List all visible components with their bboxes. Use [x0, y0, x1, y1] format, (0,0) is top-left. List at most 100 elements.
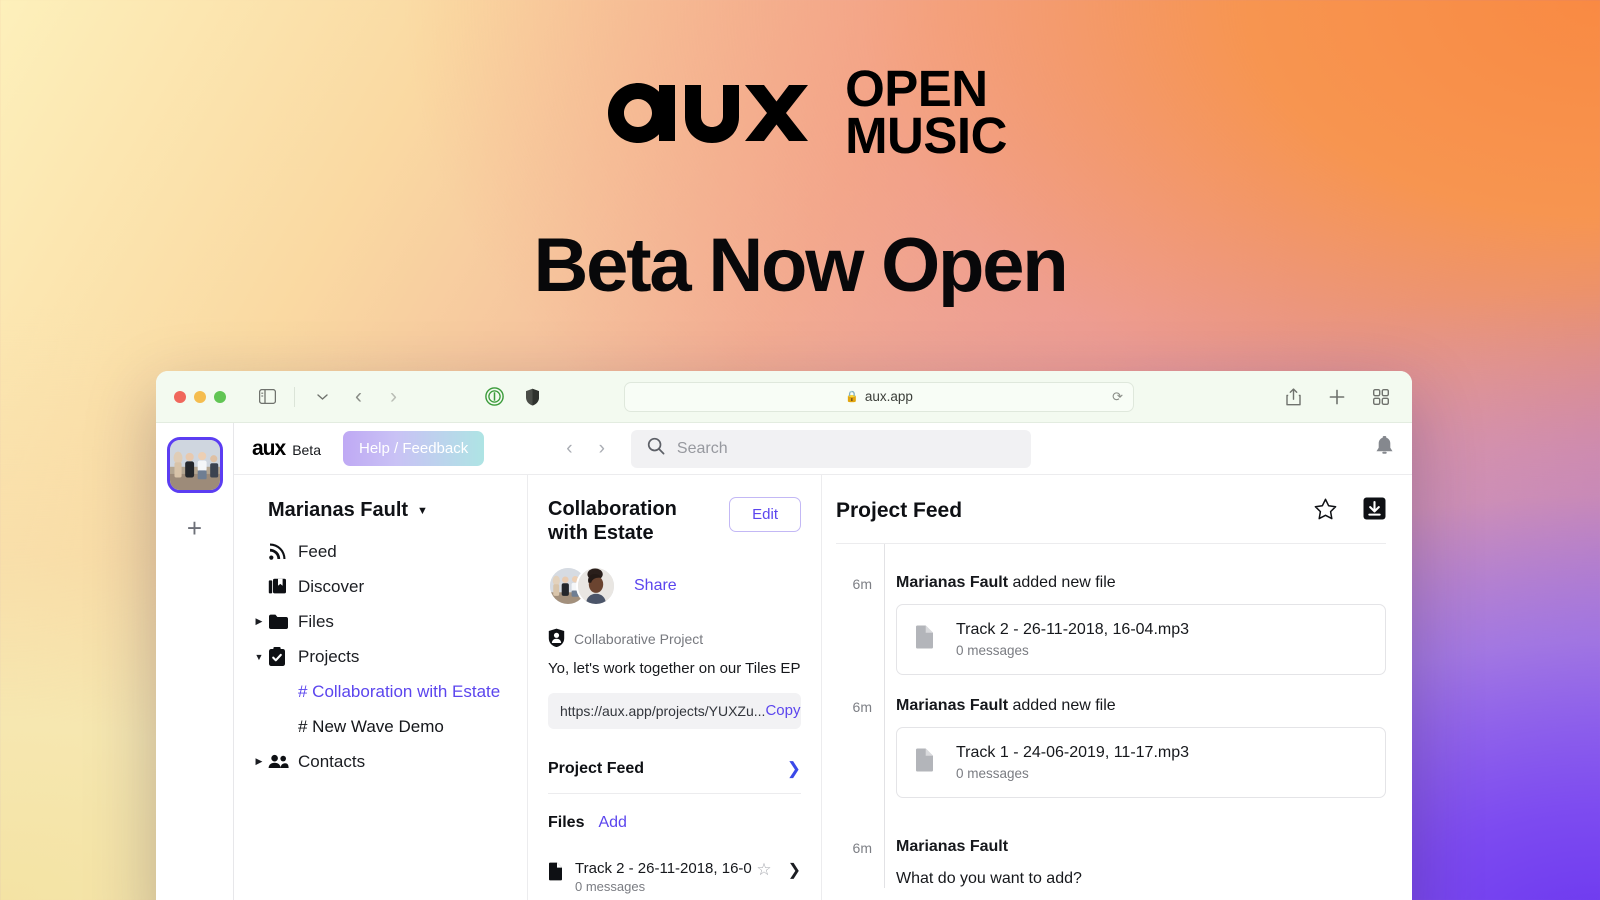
feed-item-body: What do you want to add?	[896, 870, 1082, 887]
add-file-button[interactable]: Add	[598, 814, 626, 832]
feed-item-actor: Marianas Fault	[896, 574, 1009, 591]
feed-item-actor: Marianas Fault	[896, 697, 1009, 714]
navigation-sidebar: Marianas Fault ▼ Feed Discover ▶ Files ▼…	[234, 475, 528, 900]
help-feedback-button[interactable]: Help / Feedback	[343, 431, 485, 466]
project-description: Yo, let's work together on our Tiles EP	[548, 659, 801, 677]
add-workspace-button[interactable]: +	[187, 515, 202, 541]
aux-logo: OPEN MUSIC	[0, 58, 1600, 168]
feed-file-name: Track 2 - 26-11-2018, 16-04.mp3	[956, 621, 1190, 638]
sidebar-item-files[interactable]: ▶ Files	[234, 604, 527, 639]
global-search[interactable]	[630, 429, 1031, 468]
project-detail-pane: Collaboration with Estate Edit Share Col…	[528, 475, 822, 900]
sidebar-item-contacts[interactable]: ▶ Contacts	[234, 744, 527, 779]
archive-box-icon[interactable]	[1363, 497, 1386, 525]
star-outline-icon[interactable]: ☆	[756, 860, 771, 880]
feed-item-time: 6m	[852, 576, 872, 592]
share-project-link[interactable]: Share	[634, 577, 677, 595]
browser-window: ‹ › 🔒 aux.app ⟳ + aux Beta Help / Feedba…	[156, 371, 1412, 900]
project-share-url-row[interactable]: https://aux.app/projects/YUXZu... Copy	[548, 692, 801, 729]
workspace-switcher[interactable]: Marianas Fault ▼	[234, 499, 527, 534]
search-input[interactable]	[676, 439, 1015, 458]
sidebar-item-label: Projects	[298, 646, 360, 666]
window-traffic-lights[interactable]	[174, 390, 226, 403]
hero-tagline: Beta Now Open	[533, 223, 1068, 308]
brand-mark-label: aux	[252, 436, 286, 460]
notifications-bell-icon[interactable]	[1375, 435, 1394, 462]
feed-file-messages: 0 messages	[956, 766, 1029, 781]
reload-icon[interactable]: ⟳	[1112, 389, 1123, 405]
new-tab-plus-icon[interactable]	[1324, 384, 1350, 410]
sidebar-item-projects[interactable]: ▼ Projects	[234, 639, 527, 674]
minimize-window-button[interactable]	[194, 390, 206, 403]
document-icon	[915, 625, 934, 654]
folder-icon	[268, 613, 298, 630]
project-feed-section-link[interactable]: Project Feed ❯	[548, 759, 801, 794]
band-photo-icon	[169, 440, 220, 490]
project-type-badge: Collaborative Project	[548, 628, 801, 650]
feed-item-action: added new file	[1008, 574, 1116, 591]
files-label: Files	[548, 813, 585, 831]
feed-item-headline: Marianas Fault	[896, 838, 1386, 856]
chevron-down-icon[interactable]	[309, 384, 335, 410]
copy-link-button[interactable]: Copy	[765, 702, 800, 719]
feed-item: 6m Marianas Fault added new file Track 2…	[853, 574, 1386, 675]
shield-circle-icon[interactable]	[481, 384, 507, 410]
project-type-label: Collaborative Project	[574, 630, 704, 647]
edit-project-button[interactable]: Edit	[729, 497, 801, 532]
portrait-avatar-icon	[578, 567, 614, 604]
search-icon	[647, 437, 665, 460]
feed-item: 6m Marianas Fault What do you want to ad…	[853, 838, 1386, 888]
feed-item-actor: Marianas Fault	[896, 838, 1009, 855]
sidebar-item-label: Feed	[298, 541, 337, 561]
address-bar[interactable]: 🔒 aux.app ⟳	[624, 381, 1134, 412]
project-header: Collaboration with Estate Edit	[548, 497, 801, 546]
browser-toolbar-right	[1280, 384, 1394, 410]
list-item[interactable]: Track 2 - 26-11-2018, 16-0 0 messages ☆ …	[548, 860, 801, 896]
project-share-url: https://aux.app/projects/YUXZu...	[560, 702, 766, 719]
sidebar-toggle-icon[interactable]	[254, 384, 280, 410]
disclosure-expanded-icon[interactable]: ▼	[250, 652, 268, 662]
feed-file-meta: Track 2 - 26-11-2018, 16-04.mp3 0 messag…	[956, 621, 1189, 658]
toolbar-divider	[294, 386, 295, 407]
project-members-row: Share	[548, 565, 801, 606]
feed-item-action: added new file	[1008, 697, 1116, 714]
sidebar-item-feed[interactable]: Feed	[234, 534, 527, 569]
feed-file-name: Track 1 - 24-06-2019, 11-17.mp3	[956, 744, 1190, 761]
feed-file-card[interactable]: Track 2 - 26-11-2018, 16-04.mp3 0 messag…	[896, 604, 1386, 675]
sidebar-project-new-wave-demo[interactable]: # New Wave Demo	[234, 709, 527, 744]
file-meta: Track 2 - 26-11-2018, 16-0 0 messages	[575, 860, 752, 896]
contacts-icon	[268, 754, 298, 769]
share-icon[interactable]	[1280, 384, 1306, 410]
workspace-avatar[interactable]	[166, 437, 223, 493]
project-feed-actions	[1314, 497, 1386, 525]
tab-grid-icon[interactable]	[1368, 384, 1394, 410]
privacy-shield-icon[interactable]	[519, 384, 545, 410]
document-icon	[548, 862, 563, 886]
chevron-right-icon[interactable]: ❯	[788, 860, 801, 880]
star-outline-icon[interactable]	[1314, 498, 1337, 525]
project-files-header: Files Add	[548, 814, 801, 832]
disclosure-collapsed-icon[interactable]: ▶	[250, 616, 268, 627]
file-name: Track 2 - 26-11-2018, 16-0	[575, 859, 752, 877]
sidebar-project-collaboration-with-estate[interactable]: # Collaboration with Estate	[234, 674, 527, 709]
books-icon	[268, 577, 298, 596]
logo-word-open: OPEN	[845, 60, 988, 118]
file-message-count: 0 messages	[575, 878, 646, 894]
chevron-down-icon: ▼	[417, 504, 428, 517]
project-feed-header: Project Feed	[836, 497, 1386, 544]
close-window-button[interactable]	[174, 390, 186, 403]
browser-back-button[interactable]: ‹	[347, 386, 370, 407]
feed-file-card[interactable]: Track 1 - 24-06-2019, 11-17.mp3 0 messag…	[896, 727, 1386, 798]
feed-item-headline: Marianas Fault added new file	[896, 574, 1386, 592]
rss-icon	[268, 543, 298, 561]
sidebar-item-discover[interactable]: Discover	[234, 569, 527, 604]
member-avatars[interactable]	[548, 565, 616, 606]
aux-wordmark-icon	[608, 83, 809, 143]
browser-forward-button[interactable]: ›	[382, 386, 405, 407]
project-feed-list: 6m Marianas Fault added new file Track 2…	[836, 544, 1386, 888]
app-back-button[interactable]: ‹	[566, 438, 572, 460]
disclosure-collapsed-icon[interactable]: ▶	[250, 756, 268, 767]
app-forward-button[interactable]: ›	[599, 438, 605, 460]
feed-item: 6m Marianas Fault added new file Track 1…	[853, 697, 1386, 798]
zoom-window-button[interactable]	[214, 390, 226, 403]
